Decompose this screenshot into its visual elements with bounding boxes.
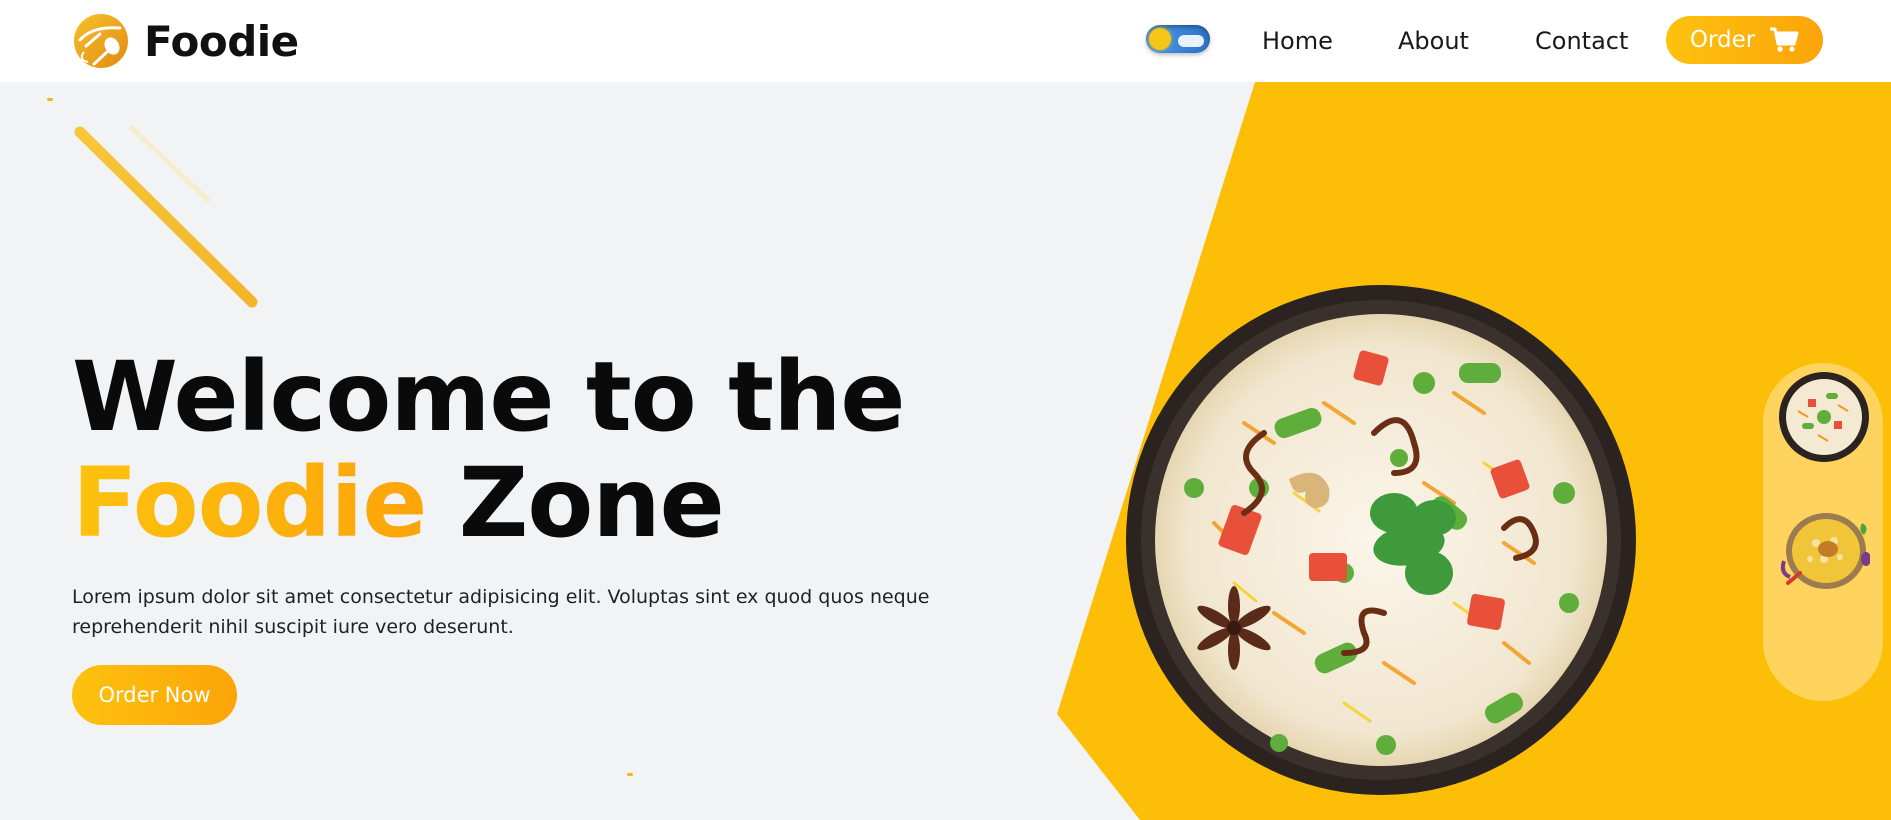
order-button[interactable]: Order [1666,16,1823,64]
thumbnail-biryani-bowl[interactable] [1778,371,1870,463]
brand[interactable]: Foodie [72,11,299,71]
theme-toggle[interactable] [1146,25,1210,53]
navbar: Foodie Home About Contact Order [0,0,1891,82]
nav-home-link[interactable]: Home [1262,27,1333,55]
hero-title-accent: Foodie [72,447,427,559]
decor-dot [627,773,633,776]
hero-title-line2: Foodie Zone [72,450,972,556]
order-now-label: Order Now [98,683,211,707]
fork-spoon-icon [74,14,128,68]
thumbnail-biryani-plate[interactable] [1778,503,1870,595]
nav-contact-link[interactable]: Contact [1535,27,1628,55]
cloud-icon [1178,35,1204,47]
page: Foodie Home About Contact Order Welcome … [0,0,1891,820]
hero-description: Lorem ipsum dolor sit amet consectetur a… [72,586,930,638]
chopstick-decoration [74,125,258,308]
order-now-button[interactable]: Order Now [72,665,237,725]
shopping-cart-icon [1770,27,1799,52]
sun-icon [1149,28,1171,50]
hero-title-line1: Welcome to the [72,341,906,453]
hero-title-rest: Zone [458,447,725,559]
decor-dot [47,98,53,101]
hero-title: Welcome to the Foodie Zone [72,344,972,556]
biryani-bowl-image [1126,285,1636,795]
order-button-label: Order [1689,27,1756,53]
brand-name: Foodie [144,16,299,66]
nav-about-link[interactable]: About [1398,27,1469,55]
